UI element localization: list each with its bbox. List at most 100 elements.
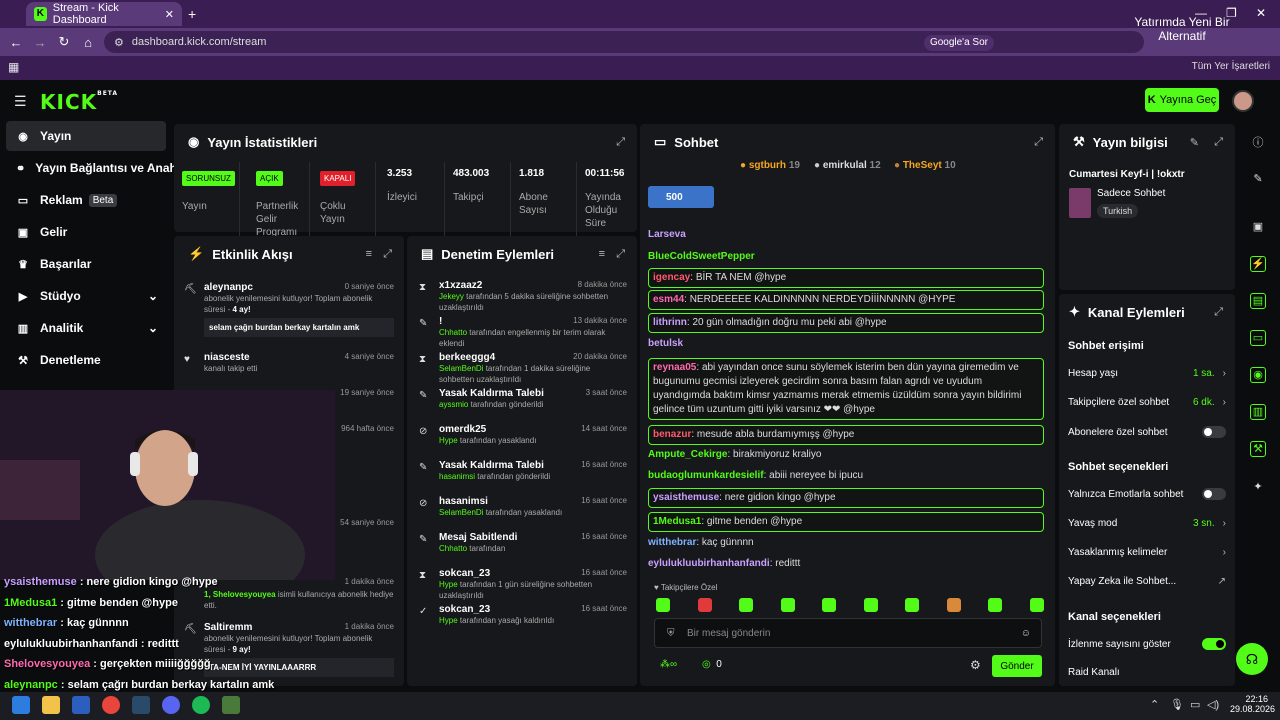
- emotes-only-toggle[interactable]: [1202, 488, 1226, 500]
- edit-icon[interactable]: ✎: [1250, 172, 1266, 188]
- moderation-actor[interactable]: Hype: [439, 580, 458, 589]
- mail-icon[interactable]: [72, 696, 90, 714]
- windows-start-icon[interactable]: [12, 696, 30, 714]
- emote-icon[interactable]: [697, 598, 712, 612]
- chat-username[interactable]: BlueColdSweetPepper: [648, 251, 755, 262]
- kick-logo[interactable]: KICKBETA: [40, 90, 118, 114]
- site-info-icon[interactable]: ⚙: [114, 36, 124, 49]
- top-gifter-1[interactable]: ● sgtburh 19: [740, 160, 800, 171]
- subs-only-toggle[interactable]: [1202, 426, 1226, 438]
- chat-icon[interactable]: ▭: [1250, 330, 1266, 346]
- slow-mode-row[interactable]: Yavaş mod 3 sn. ›: [1068, 518, 1226, 529]
- filter-icon[interactable]: ≡: [599, 248, 605, 260]
- reload-icon[interactable]: ↻: [52, 34, 76, 50]
- emote-icon[interactable]: [905, 598, 919, 612]
- followers-only-row[interactable]: Takipçilere özel sohbet 6 dk. ›: [1068, 397, 1226, 408]
- pinned-gift-banner[interactable]: 500: [648, 186, 714, 208]
- microphone-icon[interactable]: 🎙: [1170, 698, 1184, 711]
- chat-username[interactable]: betulsk: [648, 338, 683, 349]
- banned-words-row[interactable]: Yasaklanmış kelimeler ›: [1068, 547, 1226, 558]
- chat-username[interactable]: eylulukluubirhanhanfandi: [648, 558, 770, 569]
- stars-icon[interactable]: ✦: [1250, 480, 1266, 496]
- broadcast-icon[interactable]: ◉: [1250, 367, 1266, 383]
- chat-username[interactable]: reynaa05: [653, 362, 696, 373]
- browser-tab[interactable]: K Stream - Kick Dashboard ✕: [26, 2, 182, 26]
- emoji-icon[interactable]: ☺: [1021, 628, 1031, 639]
- settings-gear-icon[interactable]: ⚙: [970, 658, 981, 672]
- close-window-icon[interactable]: ✕: [1256, 6, 1266, 20]
- storage-icon[interactable]: ▥: [1250, 404, 1266, 420]
- close-tab-icon[interactable]: ✕: [165, 8, 174, 21]
- moderation-actor[interactable]: hasanimsi: [439, 472, 475, 481]
- sidebar-item-achievements[interactable]: ♛ Başarılar: [6, 249, 166, 279]
- emote-icon[interactable]: [863, 598, 878, 612]
- tray-chevron-icon[interactable]: ⌃: [1150, 698, 1159, 711]
- edit-icon[interactable]: ✎: [1190, 136, 1199, 149]
- info-icon[interactable]: ⓘ: [1250, 134, 1266, 150]
- moderation-actor[interactable]: Chhatto: [439, 328, 467, 337]
- expand-icon[interactable]: ⤢: [616, 136, 625, 149]
- chrome-icon[interactable]: [102, 696, 120, 714]
- spotify-icon[interactable]: [192, 696, 210, 714]
- emote-icon[interactable]: [780, 598, 795, 612]
- expand-icon[interactable]: ⤢: [1214, 136, 1223, 149]
- ai-chat-row[interactable]: Yapay Zeka ile Sohbet... ↗: [1068, 576, 1226, 587]
- menu-icon[interactable]: ☰: [14, 93, 27, 110]
- channel-points[interactable]: ◎ 0: [702, 659, 722, 670]
- app-icon[interactable]: [222, 696, 240, 714]
- go-live-button[interactable]: K Yayına Geç: [1145, 88, 1219, 112]
- sidebar-item-analytics[interactable]: ▥ Analitik ⌄: [6, 313, 166, 343]
- account-age-row[interactable]: Hesap yaşı 1 sa. ›: [1068, 368, 1226, 379]
- discord-icon[interactable]: [162, 696, 180, 714]
- emote-icon[interactable]: [739, 598, 753, 612]
- top-gifter-3[interactable]: ● TheSeyt 10: [894, 160, 956, 171]
- back-icon[interactable]: ←: [4, 35, 28, 50]
- expand-icon[interactable]: ⤢: [1034, 136, 1043, 149]
- network-icon[interactable]: ▭: [1190, 698, 1200, 711]
- apps-grid-icon[interactable]: ▦: [8, 60, 19, 74]
- url-field[interactable]: ⚙ dashboard.kick.com/stream Google'a Sor: [104, 31, 1144, 53]
- file-explorer-icon[interactable]: [42, 696, 60, 714]
- show-viewers-toggle[interactable]: [1202, 638, 1226, 650]
- expand-icon[interactable]: ⤢: [616, 248, 625, 261]
- support-headset-icon[interactable]: ☊: [1236, 643, 1268, 675]
- sidebar-item-studio[interactable]: ▶ Stüdyo ⌄: [6, 281, 166, 311]
- moderation-actor[interactable]: SelamBenDi: [439, 508, 483, 517]
- bookmarks-label[interactable]: Tüm Yer İşaretleri: [1192, 61, 1270, 72]
- gift-user[interactable]: 1, Shelovesyouyea: [204, 590, 276, 599]
- chat-username[interactable]: benazur: [653, 429, 691, 440]
- expand-icon[interactable]: ⤢: [383, 248, 392, 261]
- moderation-actor[interactable]: Chhatto: [439, 544, 467, 553]
- top-gifter-2[interactable]: ● emirkulal 12: [814, 160, 881, 171]
- chat-username[interactable]: ysaisthemuse: [653, 492, 719, 503]
- moderation-actor[interactable]: SelamBenDi: [439, 364, 483, 373]
- home-icon[interactable]: ⌂: [76, 35, 100, 50]
- chat-username[interactable]: budaoglumunkardesielif: [648, 470, 764, 481]
- predictions-icon[interactable]: ⁂∞: [660, 659, 677, 670]
- emote-icon[interactable]: [1029, 598, 1044, 612]
- emote-icon[interactable]: [656, 598, 670, 612]
- steam-icon[interactable]: [132, 696, 150, 714]
- raid-row[interactable]: Raid Kanalı: [1068, 667, 1226, 678]
- emote-icon[interactable]: [946, 598, 961, 612]
- chat-username[interactable]: Ampute_Cekirge: [648, 449, 727, 460]
- expand-icon[interactable]: ⤢: [1214, 306, 1223, 319]
- lightning-icon[interactable]: ⚡: [1250, 256, 1266, 272]
- volume-icon[interactable]: ◁): [1207, 698, 1219, 711]
- moderation-actor[interactable]: Hype: [439, 436, 458, 445]
- document-icon[interactable]: ▤: [1250, 293, 1266, 309]
- wallet-icon[interactable]: ▣: [1250, 220, 1266, 236]
- moderation-actor[interactable]: ayssmio: [439, 400, 468, 409]
- moderation-actor[interactable]: Hype: [439, 616, 458, 625]
- sidebar-item-yayin[interactable]: ◉ Yayın: [6, 121, 166, 151]
- chat-username[interactable]: lithrinn: [653, 317, 687, 328]
- chat-username[interactable]: igencay: [653, 272, 690, 283]
- chat-input[interactable]: ⛨ Bir mesaj gönderin ☺: [654, 618, 1042, 648]
- sidebar-item-connection[interactable]: ⚭ Yayın Bağlantısı ve Anahtarı: [6, 153, 196, 183]
- emote-icon[interactable]: [988, 598, 1002, 612]
- chat-username[interactable]: Larseva: [648, 229, 686, 240]
- category-name[interactable]: Sadece Sohbet: [1097, 188, 1165, 199]
- send-button[interactable]: Gönder: [992, 655, 1042, 677]
- filter-icon[interactable]: ≡: [366, 248, 372, 260]
- emote-icon[interactable]: [822, 598, 836, 612]
